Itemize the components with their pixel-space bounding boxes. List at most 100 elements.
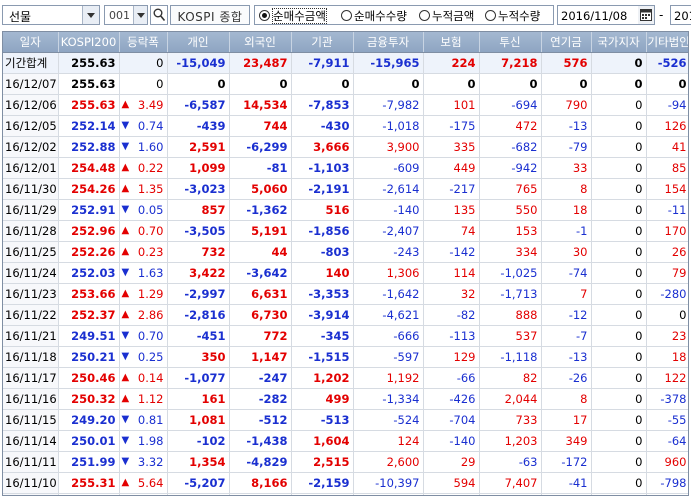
table-row[interactable]: 16/11/23 253.66 ▲ 1.29 -2,997 6,631 -3,353 -1,6… [3,283,688,305]
change-value: 0.25 [137,349,164,364]
cell-foreign: 744 [229,115,292,137]
change-value: 0 [156,55,164,70]
cell-foreign: 14,534 [229,94,292,116]
investor-trading-grid[interactable]: 일자 KOSPI200 등락폭 개인 외국인 기관 금융투자 보험 투신 연기금 국가지자 기타법인 … [2,31,689,496]
table-row[interactable]: 16/11/28 252.96 ▲ 0.70 -3,505 5,191 -1,856 -2,4… [3,220,688,242]
cell-date: 16/11/29 [3,199,59,221]
cell-individual: 161 [167,388,230,410]
arrow-up-icon: ▲ [121,98,130,110]
table-row[interactable]: 16/12/02 252.88 ▼ 1.60 2,591 -6,299 3,666 3,900… [3,136,688,158]
cell-investment-trust: 2,044 [479,388,542,410]
cell-institution: -803 [291,241,354,263]
header-col-individual[interactable]: 개인 [167,32,230,53]
cell-other-corp: -798 [646,472,688,494]
header-col-kospi200[interactable]: KOSPI200 [58,32,120,53]
header-col-insurance[interactable]: 보험 [423,32,480,53]
cell-financial-investment: -1,642 [353,283,424,305]
cell-change: ▲ 0.22 [119,157,168,179]
table-row[interactable]: 16/11/14 250.01 ▼ 1.98 -102 -1,438 1,604 124 -14… [3,430,688,452]
cell-pension: 8 [541,178,592,200]
table-row[interactable]: 16/11/11 251.99 ▼ 3.32 1,354 -4,829 2,515 2,600… [3,451,688,473]
arrow-up-icon: ▲ [121,224,130,236]
cell-kospi200: 254.26 [58,178,120,200]
cell-individual: -2,997 [167,283,230,305]
cell-insurance: -82 [423,304,480,326]
table-row[interactable]: 16/12/06 255.63 ▲ 3.49 -6,587 14,534 -7,853 -7,… [3,94,688,116]
table-row[interactable]: 16/11/24 252.03 ▼ 1.63 3,422 -3,642 140 1,306 11… [3,262,688,284]
cell-other-corp: -11 [646,199,688,221]
date-to-input[interactable]: 2016/ [670,5,691,25]
change-value: 1.35 [137,181,164,196]
cell-insurance: 0 [423,73,480,95]
table-row[interactable]: 16/11/17 250.46 ▲ 0.14 -1,077 -247 1,202 1,192-… [3,367,688,389]
arrow-down-icon: ▼ [121,434,130,446]
change-value: 0.81 [137,412,164,427]
table-row[interactable]: 16/12/07 255.63 0 0 0 0 0 0 0 0 0 0 [3,73,688,95]
cell-government: 0 [591,283,647,305]
table-row[interactable]: 16/12/01 254.48 ▲ 0.22 1,099 -81 -1,103 -609 449… [3,157,688,179]
cell-insurance: 129 [423,346,480,368]
header-col-foreign[interactable]: 외국인 [229,32,292,53]
cell-institution: -513 [291,409,354,431]
cell-pension: 17 [541,409,592,431]
cell-date: 16/11/30 [3,178,59,200]
header-col-investment-trust[interactable]: 투신 [479,32,542,53]
market-select[interactable]: 선물 [2,5,100,25]
header-col-government[interactable]: 국가지자 [591,32,647,53]
cell-date: 16/11/22 [3,304,59,326]
table-row[interactable]: 16/11/18 250.21 ▼ 0.25 350 1,147 -1,515 -597 129… [3,346,688,368]
table-row[interactable]: 16/12/05 252.14 ▼ 0.74 -439 744 -430 -1,018 -175… [3,115,688,137]
table-row[interactable]: 16/11/16 250.32 ▲ 1.12 161 -282 499 -1,334 -426 2… [3,388,688,410]
table-row[interactable]: 16/11/25 252.26 ▲ 0.23 732 44 -803 -243 -142 334 3… [3,241,688,263]
date-to-value: 2016/ [674,9,691,23]
date-from-input[interactable]: 2016/11/08 [557,5,655,25]
arrow-down-icon: ▼ [121,455,130,467]
table-row[interactable]: 기간합계 255.63 0 -15,049 23,487 -7,911 -15,965 224… [3,52,688,74]
header-col-date[interactable]: 일자 [3,32,59,53]
cell-investment-trust: 1,203 [479,430,542,452]
search-button[interactable] [150,5,168,25]
cell-individual: 1,081 [167,409,230,431]
chevron-down-icon[interactable] [133,6,147,24]
cell-kospi200: 249.20 [58,409,120,431]
table-row[interactable]: 16/11/22 252.37 ▲ 2.86 -2,816 6,730 -3,914 -4,6… [3,304,688,326]
table-row[interactable]: 16/11/29 252.91 ▼ 0.05 857 -1,362 516 -140 135 55… [3,199,688,221]
cell-kospi200: 255.63 [58,73,120,95]
cell-institution: 516 [291,199,354,221]
header-col-financial-investment[interactable]: 금융투자 [353,32,424,53]
code-select[interactable]: 001 [104,5,148,25]
change-value: 3.32 [137,454,164,469]
cell-individual: -6,587 [167,94,230,116]
cell-pension: -13 [541,115,592,137]
cell-other-corp: -64 [646,430,688,452]
cell-government: 0 [591,430,647,452]
header-col-other-corp[interactable]: 기타법인 [646,32,688,53]
cell-financial-investment: -524 [353,409,424,431]
cell-institution: 3,666 [291,136,354,158]
cell-date: 16/11/16 [3,388,59,410]
cell-pension: -7 [541,325,592,347]
table-row[interactable]: 16/11/15 249.20 ▼ 0.81 1,081 -512 -513 -524 -704… [3,409,688,431]
cell-change: ▼ 0.81 [119,409,168,431]
cell-date: 16/12/02 [3,136,59,158]
cell-institution: 2,515 [291,451,354,473]
chevron-down-icon[interactable] [82,6,99,24]
cell-investment-trust: -1,118 [479,346,542,368]
cell-government: 0 [591,262,647,284]
cell-pension: 349 [541,430,592,452]
header-col-institution[interactable]: 기관 [291,32,354,53]
cell-individual: 350 [167,346,230,368]
table-row[interactable]: 16/11/21 249.51 ▼ 0.70 -451 772 -345 -666 -113 53… [3,325,688,347]
table-row[interactable]: 16/11/30 254.26 ▲ 1.35 -3,023 5,060 -2,191 -2,6… [3,178,688,200]
cell-other-corp: -280 [646,283,688,305]
cell-change: ▲ 0.23 [119,241,168,263]
change-value: 1.12 [137,391,164,406]
cell-government: 0 [591,367,647,389]
calendar-button[interactable] [638,6,654,24]
header-col-change[interactable]: 등락폭 [119,32,168,53]
header-col-pension[interactable]: 연기금 [541,32,592,53]
cell-investment-trust: 7,407 [479,472,542,494]
table-row[interactable]: 16/11/10 255.31 ▲ 5.64 -5,207 8,166 -2,159 -10,… [3,472,688,494]
cell-institution: 0 [291,73,354,95]
cell-other-corp: -94 [646,94,688,116]
